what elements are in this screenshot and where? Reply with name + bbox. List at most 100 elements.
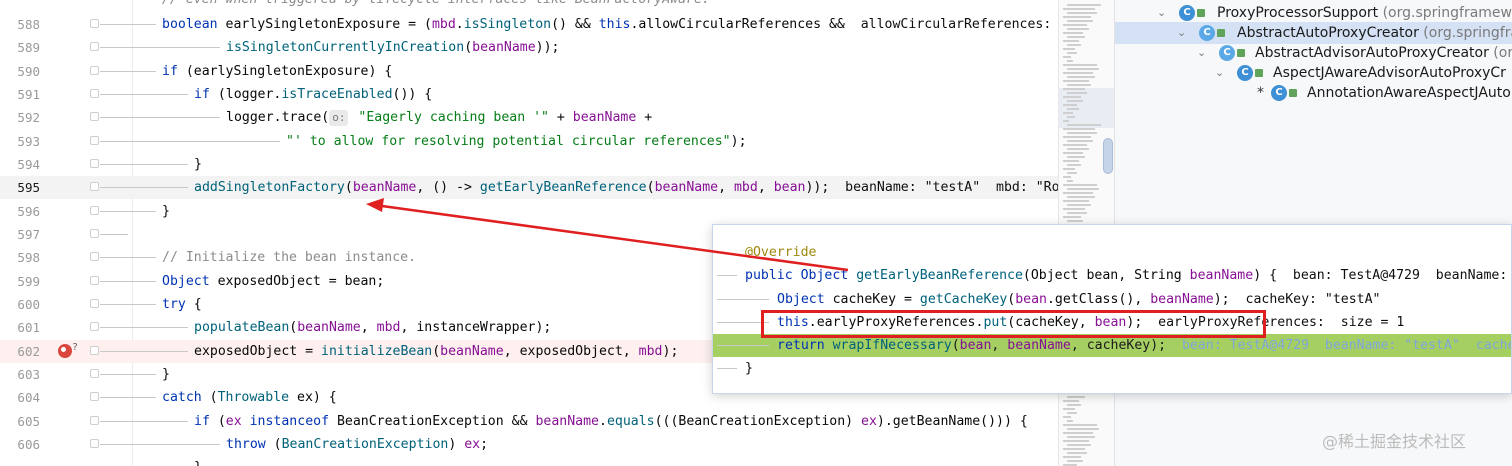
minimap-line bbox=[1067, 156, 1085, 158]
minimap-line bbox=[1067, 188, 1099, 190]
minimap-line bbox=[1067, 412, 1077, 414]
token: )); bbox=[535, 40, 560, 55]
indent-guide bbox=[100, 257, 156, 258]
public-lock-icon bbox=[1255, 69, 1263, 77]
fold-marker-icon[interactable] bbox=[90, 66, 99, 75]
minimap-line bbox=[1063, 144, 1087, 146]
minimap-line bbox=[1063, 112, 1073, 114]
fold-marker-icon[interactable] bbox=[90, 206, 99, 215]
hierarchy-item-proxy-processor-support[interactable]: ⌄ C ProxyProcessorSupport (org.springfra… bbox=[1115, 2, 1512, 24]
debug-inline-value: cacheKey: "testA" bbox=[1229, 292, 1381, 307]
code-line-590[interactable]: if (earlySingletonExposure) { bbox=[0, 60, 1058, 83]
fold-marker-icon[interactable] bbox=[90, 182, 99, 191]
fold-marker-icon[interactable] bbox=[90, 369, 99, 378]
minimap-line bbox=[1063, 424, 1097, 426]
token: + bbox=[548, 110, 573, 125]
public-lock-icon bbox=[1237, 49, 1245, 57]
current-class-marker: * bbox=[1257, 85, 1264, 101]
token: "' to allow for resolving potential circ… bbox=[286, 134, 731, 149]
indent-guide bbox=[717, 299, 769, 300]
fold-marker-icon[interactable] bbox=[90, 42, 99, 51]
token: . bbox=[455, 17, 464, 32]
minimap-line bbox=[1067, 12, 1097, 14]
token: beanName bbox=[1007, 338, 1071, 353]
line-number: 603 bbox=[17, 367, 40, 382]
minimap-line bbox=[1063, 128, 1095, 130]
chevron-down-icon[interactable]: ⌄ bbox=[1197, 42, 1206, 64]
fold-marker-icon[interactable] bbox=[90, 392, 99, 401]
debug-inline-value: beanName: "testA" mbd: "Root bbox=[829, 180, 1058, 195]
token: Throwable bbox=[217, 390, 290, 405]
package-name: (or bbox=[1488, 45, 1512, 61]
token: BeanCreationException bbox=[336, 414, 504, 429]
quick-definition-popup[interactable]: @Override public Object getEarlyBeanRefe… bbox=[712, 224, 1512, 394]
minimap-line bbox=[1067, 164, 1081, 166]
fold-marker-icon[interactable] bbox=[90, 19, 99, 28]
fold-marker-icon[interactable] bbox=[90, 89, 99, 98]
indent-guide bbox=[100, 304, 156, 305]
indent-guide bbox=[100, 141, 280, 142]
chevron-down-icon[interactable]: ⌄ bbox=[1157, 2, 1166, 24]
token: , bbox=[718, 180, 734, 195]
fold-marker-icon[interactable] bbox=[90, 136, 99, 145]
token: ).getBeanName())) { bbox=[876, 414, 1028, 429]
token: ex bbox=[861, 414, 877, 429]
fold-marker-icon[interactable] bbox=[90, 439, 99, 448]
minimap-line bbox=[1067, 436, 1095, 438]
minimap-line bbox=[1067, 28, 1089, 30]
minimap-line bbox=[1063, 80, 1089, 82]
hierarchy-item-abstract-advisor-auto-proxy-creator[interactable]: ⌄ C AbstractAdvisorAutoProxyCreator (or bbox=[1115, 42, 1512, 64]
popup-line[interactable]: @Override bbox=[713, 241, 1511, 264]
chevron-down-icon[interactable]: ⌄ bbox=[1215, 62, 1224, 84]
fold-marker-icon[interactable] bbox=[90, 252, 99, 261]
fold-marker-icon[interactable] bbox=[90, 416, 99, 425]
minimap-line bbox=[1067, 172, 1077, 174]
minimap-line bbox=[1063, 176, 1071, 178]
chevron-down-icon[interactable]: ⌄ bbox=[1177, 22, 1186, 44]
code-line-596[interactable]: } bbox=[0, 200, 1058, 223]
popup-line[interactable]: } bbox=[713, 357, 1511, 380]
line-number: 600 bbox=[17, 297, 40, 312]
token: ( bbox=[432, 344, 441, 359]
token: )); bbox=[805, 180, 830, 195]
popup-line[interactable]: public Object getEarlyBeanReference(Obje… bbox=[713, 264, 1511, 287]
token: populateBean bbox=[194, 320, 290, 335]
fold-marker-icon[interactable] bbox=[90, 299, 99, 308]
fold-marker-icon[interactable] bbox=[90, 346, 99, 355]
indent-guide bbox=[100, 94, 188, 95]
fold-marker-icon[interactable] bbox=[90, 229, 99, 238]
minimap-line bbox=[1067, 212, 1087, 214]
line-number: 590 bbox=[17, 64, 40, 79]
token: } bbox=[745, 361, 753, 376]
token: ( bbox=[951, 338, 960, 353]
token: ) bbox=[448, 437, 465, 452]
line-number: 595 bbox=[17, 180, 40, 195]
code-line[interactable]: // even when triggered by lifecycle inte… bbox=[0, 0, 1058, 11]
popup-line[interactable]: Object cacheKey = getCacheKey(bean.getCl… bbox=[713, 288, 1511, 311]
code-line-588[interactable]: boolean earlySingletonExposure = (mbd.is… bbox=[0, 13, 1058, 36]
fold-marker-icon[interactable] bbox=[90, 276, 99, 285]
scrollbar-thumb[interactable] bbox=[1103, 138, 1113, 174]
minimap-line bbox=[1067, 52, 1077, 54]
minimap-line bbox=[1063, 56, 1071, 58]
hierarchy-item-aspectj-aware-advisor-auto-proxy-creator[interactable]: ⌄ C AspectJAwareAdvisorAutoProxyCr bbox=[1115, 62, 1512, 84]
token: equals bbox=[606, 414, 655, 429]
token: () && bbox=[551, 17, 599, 32]
line-number: 596 bbox=[17, 204, 40, 219]
debug-inline-value: bean: TestA@4729 beanName: "t bbox=[1277, 268, 1512, 283]
code-line[interactable]: } bbox=[0, 456, 1058, 466]
token: beanName bbox=[654, 180, 719, 195]
token: beanName bbox=[440, 344, 504, 359]
fold-marker-icon[interactable] bbox=[90, 322, 99, 331]
fold-marker-icon[interactable] bbox=[90, 112, 99, 121]
token: ( bbox=[464, 40, 473, 55]
token: if bbox=[194, 414, 210, 429]
token: ( bbox=[201, 390, 218, 405]
token: bean bbox=[1015, 292, 1047, 307]
hierarchy-item-annotation-aware-aspectj-auto[interactable]: * C AnnotationAwareAspectJAuto bbox=[1115, 82, 1512, 104]
minimap-line bbox=[1067, 428, 1099, 430]
indent-guide bbox=[100, 397, 156, 398]
hierarchy-item-abstract-auto-proxy-creator[interactable]: ⌄ C AbstractAutoProxyCreator (org.spring… bbox=[1115, 22, 1512, 44]
fold-marker-icon[interactable] bbox=[90, 159, 99, 168]
